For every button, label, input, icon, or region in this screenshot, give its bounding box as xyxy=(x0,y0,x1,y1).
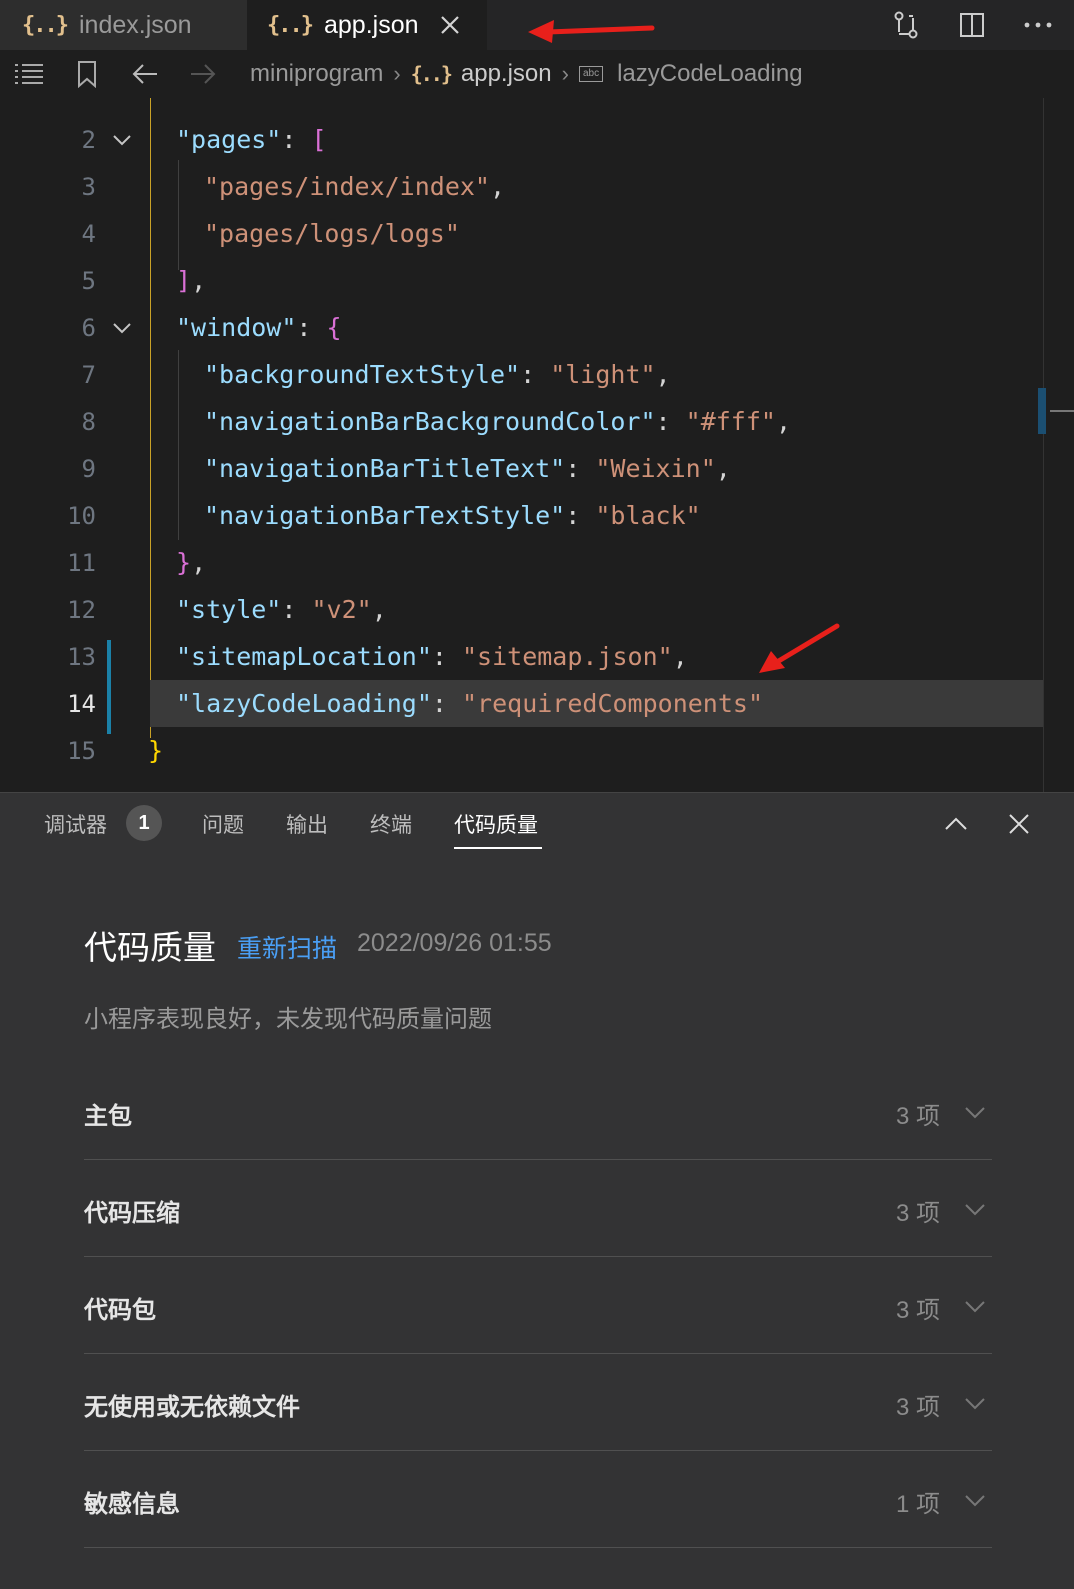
category-row-code-package[interactable]: 代码包 3 项 xyxy=(84,1257,992,1354)
scrollbar-thumb[interactable] xyxy=(1038,388,1046,434)
category-row-unused-files[interactable]: 无使用或无依赖文件 3 项 xyxy=(84,1354,992,1451)
minimap-border xyxy=(1043,98,1044,792)
tab-output[interactable]: 输出 xyxy=(286,809,328,839)
bookmark-icon[interactable] xyxy=(58,50,116,98)
code-line: 15 } xyxy=(67,736,164,765)
chevron-down-icon xyxy=(965,1301,985,1313)
json-file-icon: {..} xyxy=(267,12,314,38)
back-arrow-icon[interactable] xyxy=(116,50,174,98)
json-file-icon: {..} xyxy=(22,12,69,38)
code-line: 3 "pages/index/index", xyxy=(81,172,506,201)
split-editor-icon[interactable] xyxy=(956,9,988,41)
code-line: 9 "navigationBarTitleText": "Weixin", xyxy=(81,454,731,483)
more-actions-icon[interactable] xyxy=(1022,9,1054,41)
tab-code-quality[interactable]: 代码质量 xyxy=(454,809,538,839)
annotation-arrow xyxy=(759,623,840,673)
scan-timestamp: 2022/09/26 01:55 xyxy=(357,929,552,957)
code-line: 8 "navigationBarBackgroundColor": "#fff"… xyxy=(81,407,792,436)
bottom-panel: 调试器 1 问题 输出 终端 代码质量 代码质量 重新扫描 2022/09/26… xyxy=(0,792,1074,1589)
code-line-current: 14 "lazyCodeLoading": "requiredComponent… xyxy=(0,680,1074,727)
category-row-sensitive-info[interactable]: 敏感信息 1 项 xyxy=(84,1451,992,1548)
breadcrumb-file[interactable]: app.json xyxy=(461,60,552,88)
tab-index-json[interactable]: {..} index.json xyxy=(0,0,247,50)
chevron-down-icon[interactable] xyxy=(110,128,134,152)
panel-tabs: 调试器 1 问题 输出 终端 代码质量 xyxy=(0,793,1074,855)
code-quality-summary: 小程序表现良好，未发现代码质量问题 xyxy=(84,1006,492,1033)
outline-list-icon[interactable] xyxy=(0,50,58,98)
close-icon[interactable] xyxy=(435,10,465,40)
chevron-right-icon: › xyxy=(393,61,401,86)
code-line: 12 "style": "v2", xyxy=(67,595,387,624)
category-row-main-package[interactable]: 主包 3 项 xyxy=(84,1063,992,1160)
category-row-code-minify[interactable]: 代码压缩 3 项 xyxy=(84,1160,992,1257)
code-editor[interactable]: 2 "pages": [ 3 "pages/index/index", 4 "p… xyxy=(0,98,1074,792)
breadcrumb-folder[interactable]: miniprogram xyxy=(250,60,383,88)
code-line: 7 "backgroundTextStyle": "light", xyxy=(81,360,671,389)
chevron-right-icon: › xyxy=(561,61,569,86)
chevron-down-icon xyxy=(965,1495,985,1507)
breadcrumb-symbol[interactable]: lazyCodeLoading xyxy=(617,60,802,88)
tab-label: app.json xyxy=(323,10,419,39)
code-line: 11 }, xyxy=(67,548,207,577)
annotation-arrow xyxy=(528,20,655,43)
chevron-down-icon xyxy=(965,1204,985,1216)
tab-app-json[interactable]: {..} app.json xyxy=(247,0,487,50)
overview-ruler-mark xyxy=(1050,410,1074,412)
compare-changes-icon[interactable] xyxy=(890,9,922,41)
chevron-down-icon xyxy=(965,1107,985,1119)
debugger-badge: 1 xyxy=(126,805,162,841)
chevron-down-icon xyxy=(965,1398,985,1410)
json-file-icon: {..} xyxy=(410,62,453,86)
chevron-up-icon[interactable] xyxy=(943,811,969,837)
chevron-down-icon[interactable] xyxy=(110,316,134,340)
code-line: 2 "pages": [ xyxy=(81,125,327,154)
string-symbol-icon: abc xyxy=(578,66,604,82)
code-line: 4 "pages/logs/logs" xyxy=(81,219,460,248)
forward-arrow-icon[interactable] xyxy=(174,50,232,98)
tab-problems[interactable]: 问题 xyxy=(202,809,244,839)
code-line: 13 "sitemapLocation": "sitemap.json", xyxy=(67,642,688,671)
close-icon[interactable] xyxy=(1006,811,1032,837)
rescan-link[interactable]: 重新扫描 xyxy=(237,929,337,965)
editor-tab-bar: {..} index.json {..} app.json xyxy=(0,0,1074,50)
code-line: 6 "window": { xyxy=(81,313,342,342)
tab-terminal[interactable]: 终端 xyxy=(370,809,412,839)
active-tab-indicator xyxy=(454,847,542,849)
breadcrumb: miniprogram › {..} app.json › abc lazyCo… xyxy=(0,50,1074,98)
code-quality-title: 代码质量 xyxy=(84,929,216,966)
tab-label: index.json xyxy=(78,10,192,39)
tab-debugger[interactable]: 调试器 xyxy=(44,809,107,839)
code-line: 10 "navigationBarTextStyle": "black" xyxy=(67,501,701,530)
code-line: 5 ], xyxy=(81,266,207,295)
